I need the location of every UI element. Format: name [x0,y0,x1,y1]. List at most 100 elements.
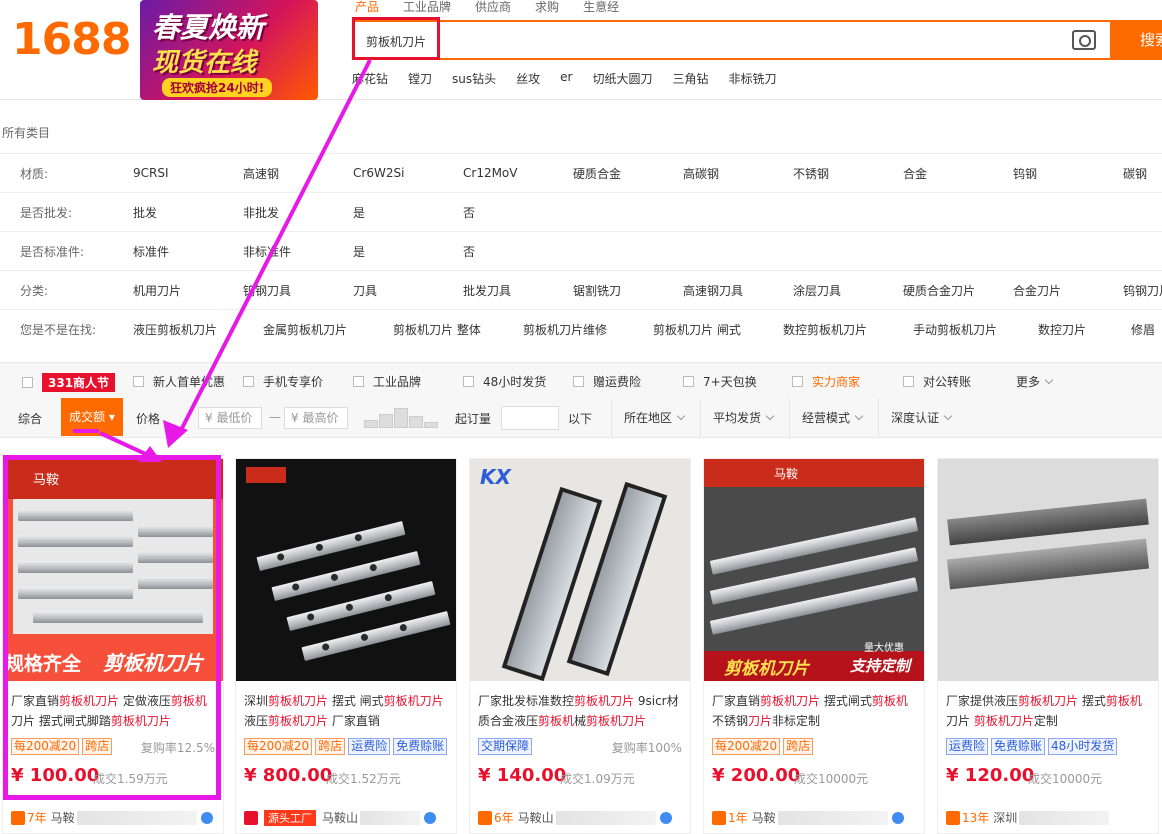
filter-option[interactable]: 高速钢刀具 [683,282,793,299]
product-title[interactable]: 厂家直销剪板机刀片 摆式闸式剪板机 不锈钢刀片非标定制 [712,691,918,731]
suggestion-option[interactable]: 剪板机刀片维修 [523,321,653,338]
checkbox[interactable] [133,376,144,387]
hot-word[interactable]: 三角钻 [673,70,709,87]
hot-word[interactable]: 丝攻 [516,70,540,87]
filter-48h-delivery[interactable]: 48小时发货 [463,373,546,390]
product-image[interactable] [236,459,456,681]
seller-info[interactable]: 1年 马鞍 [712,809,904,826]
filter-option[interactable]: 批发刀具 [463,282,573,299]
suggestion-option[interactable]: 液压剪板机刀片 [133,321,263,338]
tab-purchase[interactable]: 求购 [535,0,559,16]
product-image[interactable] [938,459,1158,681]
checkbox[interactable] [683,376,694,387]
filter-option[interactable]: 碳钢 [1123,165,1162,182]
checkbox[interactable] [792,376,803,387]
filter-option[interactable]: Cr6W2Si [353,166,463,180]
filter-shipping-insurance[interactable]: 赠运费险 [573,373,641,390]
suggestion-option[interactable]: 手动剪板机刀片 [913,321,1038,338]
product-image[interactable]: 马鞍 剪板机刀片 支持定制 量大优惠 [704,459,924,681]
filter-option[interactable]: 9CRSI [133,166,243,180]
suggestion-option[interactable]: 剪板机刀片 闸式 [653,321,783,338]
checkbox[interactable] [22,377,33,388]
seller-info[interactable]: 6年 马鞍山 [478,809,672,826]
filter-option[interactable]: 高碳钢 [683,165,793,182]
tab-industrial-brand[interactable]: 工业品牌 [403,0,451,16]
filter-option[interactable]: 高速钢 [243,165,353,182]
filter-option[interactable]: Cr12MoV [463,166,573,180]
filter-option[interactable]: 硬质合金 [573,165,683,182]
product-title[interactable]: 深圳剪板机刀片 摆式 闸式剪板机刀片 液压剪板机刀片 厂家直销 [244,691,450,731]
search-button[interactable]: 搜索 [1110,20,1162,60]
filter-7day-exchange[interactable]: 7+天包换 [683,373,757,390]
checkbox[interactable] [463,376,474,387]
filter-option[interactable]: 锯割铣刀 [573,282,683,299]
filter-option[interactable]: 不锈钢 [793,165,903,182]
checkbox[interactable] [353,376,364,387]
camera-icon[interactable] [1072,30,1096,50]
filter-331-promo[interactable]: 331商人节 [22,373,127,392]
product-title[interactable]: 厂家批发标准数控剪板机刀片 9sicr材质合金液压剪板机械剪板机刀片 [478,691,684,731]
product-card[interactable]: 深圳剪板机刀片 摆式 闸式剪板机刀片 液压剪板机刀片 厂家直销 每200减20 跨… [235,458,457,834]
product-card[interactable]: 马鞍 剪板机刀片 支持定制 量大优惠 厂家直销剪板机刀片 摆式闸式剪板机 不锈钢… [703,458,925,834]
max-price-input[interactable]: ¥ 最高价 [284,407,348,429]
hot-word[interactable]: sus钻头 [452,70,496,87]
dropdown-business-mode[interactable]: 经营模式 [789,398,864,438]
dropdown-region[interactable]: 所在地区 [611,398,686,438]
suggestion-option[interactable]: 数控刀片 [1038,321,1131,338]
filter-option[interactable]: 否 [463,243,573,260]
promo-banner[interactable]: 春夏焕新 现货在线 狂欢疯抢24小时! [140,0,318,100]
filter-corporate-transfer[interactable]: 对公转账 [903,373,971,390]
hot-word[interactable]: 非标铣刀 [729,70,777,87]
dropdown-delivery[interactable]: 平均发货 [700,398,775,438]
suggestion-option[interactable]: 数控剪板机刀片 [783,321,913,338]
filter-new-user[interactable]: 新人首单优惠 [133,373,225,390]
search-box[interactable]: 剪板机刀片 [352,20,1112,60]
filter-option[interactable]: 刀具 [353,282,463,299]
suggestion-option[interactable]: 修眉 [1131,321,1161,338]
filter-option[interactable]: 是 [353,204,463,221]
filter-more[interactable]: 更多 [1016,373,1054,390]
filter-option[interactable]: 硬质合金刀片 [903,282,1013,299]
product-title[interactable]: 厂家提供液压剪板机刀片 摆式剪板机 刀片 剪板机刀片定制 [946,691,1152,731]
dropdown-certification[interactable]: 深度认证 [878,398,953,438]
seller-info[interactable]: 源头工厂 马鞍山 [244,809,437,826]
sort-general[interactable]: 综合 [18,410,42,427]
seller-info[interactable]: 13年 深圳 [946,809,1110,826]
product-image[interactable]: KX [470,459,690,681]
site-logo[interactable]: 1688 [12,14,131,65]
filter-option[interactable]: 涂层刀具 [793,282,903,299]
tab-supplier[interactable]: 供应商 [475,0,511,16]
filter-strong-merchant[interactable]: 实力商家 [792,373,860,390]
filter-mobile-price[interactable]: 手机专享价 [243,373,323,390]
filter-industrial-brand[interactable]: 工业品牌 [353,373,421,390]
tab-business[interactable]: 生意经 [583,0,619,16]
filter-option[interactable]: 批发 [133,204,243,221]
filter-option[interactable]: 合金 [903,165,1013,182]
filter-option[interactable]: 合金刀片 [1013,282,1123,299]
filter-option[interactable]: 钨钢刀片 [1123,282,1162,299]
product-card[interactable]: KX 厂家批发标准数控剪板机刀片 9sicr材质合金液压剪板机械剪板机刀片 交期… [469,458,691,834]
filter-option[interactable]: 否 [463,204,573,221]
filter-option[interactable]: 标准件 [133,243,243,260]
suggestion-option[interactable]: 金属剪板机刀片 [263,321,393,338]
checkbox[interactable] [573,376,584,387]
tab-product[interactable]: 产品 [355,0,379,16]
filter-option[interactable]: 非标准件 [243,243,353,260]
filter-option[interactable]: 钨钢 [1013,165,1123,182]
sort-price[interactable]: 价格 [136,410,160,427]
price-distribution-chart[interactable] [364,406,440,428]
filter-option[interactable]: 非批发 [243,204,353,221]
hot-word[interactable]: er [560,70,572,87]
filter-option[interactable]: 钨钢刀具 [243,282,353,299]
hot-word[interactable]: 镗刀 [408,70,432,87]
all-categories[interactable]: 所有类目 [2,124,50,141]
checkbox[interactable] [903,376,914,387]
product-card[interactable]: 厂家提供液压剪板机刀片 摆式剪板机 刀片 剪板机刀片定制 运费险 免费赊账 48小时… [937,458,1159,834]
filter-option[interactable]: 机用刀片 [133,282,243,299]
hot-word[interactable]: 麻花钻 [352,70,388,87]
filter-option[interactable]: 是 [353,243,463,260]
checkbox[interactable] [243,376,254,387]
min-price-input[interactable]: ¥ 最低价 [198,407,262,429]
moq-input[interactable] [501,406,559,430]
seller-info[interactable]: 7年 马鞍 [11,809,213,826]
